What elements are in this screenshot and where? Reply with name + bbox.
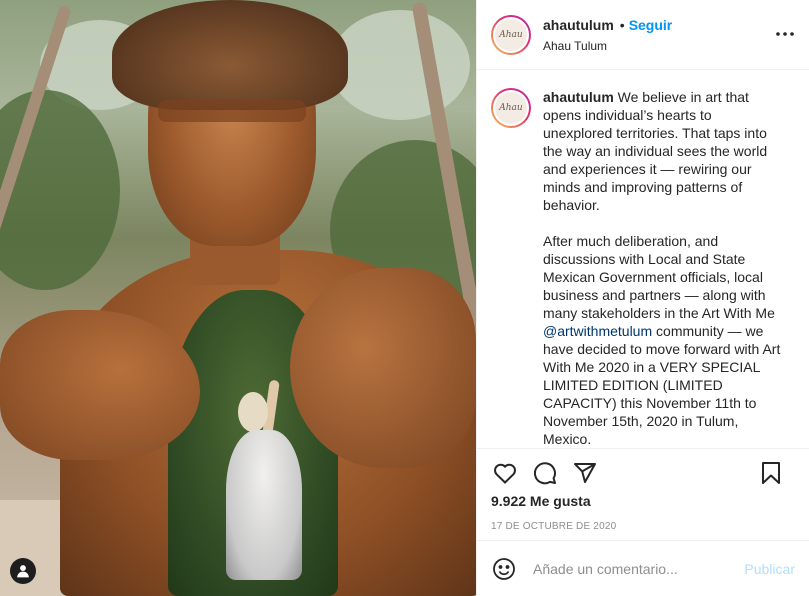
header-text: ahautulum • Seguir Ahau Tulum: [543, 17, 672, 53]
statue-mask-band: [158, 100, 306, 122]
user-tag-icon[interactable]: [10, 558, 36, 584]
paper-plane-icon[interactable]: [571, 459, 599, 487]
post-header: Ahau ahautulum • Seguir Ahau Tulum: [477, 0, 809, 70]
avatar-ring: Ahau: [493, 90, 529, 126]
profile-avatar[interactable]: Ahau: [491, 14, 531, 55]
caption-username[interactable]: ahautulum: [543, 89, 614, 105]
instagram-post: Ahau ahautulum • Seguir Ahau Tulum Ahau …: [0, 0, 809, 596]
caption-avatar[interactable]: Ahau: [491, 88, 531, 128]
comment-icon[interactable]: [531, 459, 559, 487]
user-silhouette-icon: [17, 565, 29, 578]
smiley-icon[interactable]: [491, 556, 517, 582]
location-link[interactable]: Ahau Tulum: [543, 39, 672, 53]
statue-crown: [112, 0, 348, 110]
sky-patch: [330, 10, 470, 120]
caption-body: We believe in art that opens individual’…: [543, 89, 775, 321]
ellipsis-icon[interactable]: [775, 24, 795, 44]
bookmark-icon[interactable]: [757, 459, 785, 487]
avatar-logo: Ahau: [495, 92, 527, 124]
caption-area: Ahau ahautulum We believe in art that op…: [477, 70, 809, 448]
action-bar: 9.922 Me gusta 17 DE OCTUBRE DE 2020: [477, 448, 809, 540]
woman-head: [238, 392, 268, 432]
likes-count[interactable]: 9.922 Me gusta: [491, 493, 795, 509]
heart-icon[interactable]: [491, 459, 519, 487]
add-comment-bar: Publicar: [477, 540, 809, 596]
post-side-panel: Ahau ahautulum • Seguir Ahau Tulum Ahau …: [476, 0, 809, 596]
action-icons: [491, 457, 795, 489]
post-date: 17 DE OCTUBRE DE 2020: [491, 521, 617, 532]
publish-button[interactable]: Publicar: [744, 561, 795, 577]
separator-dot: •: [619, 16, 625, 33]
header-row: ahautulum • Seguir: [543, 17, 672, 33]
follow-button[interactable]: Seguir: [629, 17, 673, 33]
mention-link[interactable]: @artwithmetulum: [543, 323, 652, 339]
avatar-logo: Ahau: [495, 18, 527, 51]
caption-body-end: community — we have decided to move forw…: [543, 323, 785, 447]
post-photo[interactable]: [0, 0, 476, 596]
statue-right-hand: [290, 268, 476, 468]
caption-text: ahautulum We believe in art that opens i…: [543, 88, 781, 448]
username-link[interactable]: ahautulum: [543, 17, 614, 33]
avatar-ring: Ahau: [493, 16, 529, 53]
comment-input[interactable]: [533, 560, 745, 577]
jungle-foliage: [0, 90, 120, 290]
woman-dress: [226, 430, 302, 580]
